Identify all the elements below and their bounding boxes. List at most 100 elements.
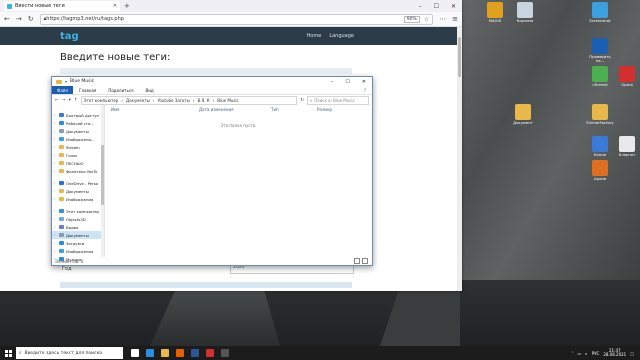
nav-item[interactable]: › Stream bbox=[52, 143, 104, 151]
nav-item[interactable]: › Загрузки bbox=[52, 239, 104, 247]
nav-home-link[interactable]: Home bbox=[307, 33, 322, 39]
reload-icon[interactable]: ↻ bbox=[28, 15, 34, 23]
nav-item[interactable]: › Objects3D bbox=[52, 215, 104, 223]
expand-chevron-icon[interactable]: › bbox=[54, 249, 57, 253]
desktop-shortcut[interactable]: Проверить на... bbox=[585, 38, 615, 63]
nav-item[interactable]: › Изображения bbox=[52, 247, 104, 255]
help-icon[interactable]: ? bbox=[358, 88, 372, 93]
back-icon[interactable]: ← bbox=[4, 15, 10, 23]
zoom-level[interactable]: 90% bbox=[403, 15, 420, 23]
details-view-icon[interactable] bbox=[354, 258, 360, 264]
browser-tab[interactable]: Ввести новые теги ✕ bbox=[4, 1, 120, 11]
expand-chevron-icon[interactable]: › bbox=[54, 137, 57, 141]
nav-item[interactable]: › Документы bbox=[52, 187, 104, 195]
page-scrollbar[interactable] bbox=[457, 27, 462, 291]
column-date[interactable]: Дата изменения bbox=[199, 107, 271, 112]
nav-item[interactable]: › Фонотека YouTu bbox=[52, 167, 104, 175]
explorer-icon[interactable] bbox=[161, 349, 169, 357]
obs-icon[interactable] bbox=[221, 349, 229, 357]
expand-chevron-icon[interactable]: › bbox=[54, 189, 57, 193]
breadcrumb-item[interactable]: В.Я. К bbox=[197, 98, 209, 103]
expand-chevron-icon[interactable]: › bbox=[54, 217, 57, 221]
forward-icon[interactable]: → bbox=[62, 98, 66, 103]
word-icon[interactable] bbox=[191, 349, 199, 357]
desktop-shortcut[interactable]: uTorrent bbox=[585, 66, 615, 87]
notifications-icon[interactable]: ▢ bbox=[630, 351, 634, 356]
desktop-shortcut[interactable]: Архив bbox=[585, 160, 615, 181]
extensions-icon[interactable]: ⋯ bbox=[439, 15, 446, 23]
tray-chevron-icon[interactable]: ˄ bbox=[571, 351, 573, 356]
breadcrumb-item[interactable]: Этот компьютер bbox=[84, 98, 119, 103]
ribbon-tab-share[interactable]: Поделиться bbox=[102, 88, 139, 93]
explorer-search-input[interactable]: ⌕ Поиск в: Blue Music bbox=[307, 95, 369, 105]
nav-item[interactable]: › Быстрый доступ bbox=[52, 111, 104, 119]
clock[interactable]: 21:47 28.08.2021 bbox=[603, 348, 626, 358]
nav-item[interactable]: › Этот компьютер bbox=[52, 207, 104, 215]
scrollbar-thumb[interactable] bbox=[101, 145, 104, 205]
close-tab-icon[interactable]: ✕ bbox=[113, 3, 117, 9]
desktop-shortcut[interactable]: Корзина bbox=[510, 2, 540, 23]
nav-item[interactable]: › Документы bbox=[52, 231, 104, 239]
desktop-shortcut[interactable]: Документ bbox=[508, 104, 538, 125]
nav-item[interactable]: › Видео bbox=[52, 223, 104, 231]
breadcrumb-item[interactable]: Blue Music bbox=[217, 98, 239, 103]
task-view-icon[interactable] bbox=[131, 349, 139, 357]
expand-chevron-icon[interactable]: › bbox=[54, 145, 57, 149]
scrollbar-thumb[interactable] bbox=[458, 37, 461, 77]
expand-chevron-icon[interactable]: › bbox=[54, 209, 57, 213]
expand-chevron-icon[interactable]: › bbox=[54, 225, 57, 229]
site-logo[interactable]: tag bbox=[60, 31, 79, 42]
desktop-shortcut[interactable]: Opera bbox=[612, 66, 640, 87]
desktop-shortcut[interactable]: Копия bbox=[585, 136, 615, 157]
desktop-shortcut[interactable]: MAGIX bbox=[480, 2, 510, 23]
expand-chevron-icon[interactable]: › bbox=[54, 113, 57, 117]
nav-item[interactable]: › ПЕСНЬЮ bbox=[52, 159, 104, 167]
nav-item[interactable]: › OneDrive - Perso bbox=[52, 179, 104, 187]
volume-icon[interactable]: 🔈︎ bbox=[585, 351, 587, 356]
opera-icon[interactable] bbox=[206, 349, 214, 357]
recent-locations-icon[interactable]: ▾ bbox=[69, 98, 71, 103]
desktop-shortcut[interactable]: Блокнот bbox=[612, 136, 640, 157]
nav-item[interactable]: › Изображени... bbox=[52, 135, 104, 143]
nav-language-link[interactable]: Language bbox=[329, 33, 354, 39]
nav-item[interactable]: › Изображения bbox=[52, 195, 104, 203]
breadcrumb-item[interactable]: Документы bbox=[126, 98, 150, 103]
nav-item[interactable]: › Голос bbox=[52, 151, 104, 159]
ribbon-tab-file[interactable]: Файл bbox=[52, 86, 74, 94]
forward-icon[interactable]: → bbox=[16, 15, 22, 23]
minimize-icon[interactable]: – bbox=[331, 79, 334, 85]
tiles-view-icon[interactable] bbox=[362, 258, 368, 264]
column-type[interactable]: Тип bbox=[271, 107, 317, 112]
ribbon-tab-home[interactable]: Главная bbox=[73, 88, 102, 93]
breadcrumb[interactable]: Этот компьютер › Документы › Youtube Заготы ›… bbox=[80, 95, 298, 105]
language-indicator[interactable]: РУС bbox=[592, 351, 600, 356]
expand-chevron-icon[interactable]: › bbox=[54, 181, 57, 185]
expand-chevron-icon[interactable]: › bbox=[54, 129, 57, 133]
start-button[interactable] bbox=[0, 346, 16, 360]
column-size[interactable]: Размер bbox=[317, 107, 357, 112]
maximize-icon[interactable]: ☐ bbox=[345, 79, 349, 85]
expand-chevron-icon[interactable]: › bbox=[54, 233, 57, 237]
column-name[interactable]: Имя bbox=[111, 107, 199, 112]
new-tab-button[interactable]: + bbox=[124, 2, 130, 10]
expand-chevron-icon[interactable]: › bbox=[54, 241, 57, 245]
expand-chevron-icon[interactable]: › bbox=[54, 169, 57, 173]
expand-chevron-icon[interactable]: › bbox=[54, 197, 57, 201]
desktop-shortcut[interactable]: FormatFactory bbox=[585, 104, 615, 125]
expand-chevron-icon[interactable]: › bbox=[54, 121, 57, 125]
menu-icon[interactable]: ≡ bbox=[452, 15, 458, 23]
back-icon[interactable]: ← bbox=[55, 98, 59, 103]
close-icon[interactable]: ✕ bbox=[451, 3, 456, 10]
breadcrumb-item[interactable]: Youtube Заготы bbox=[158, 98, 190, 103]
nav-item[interactable]: › Документы bbox=[52, 127, 104, 135]
expand-chevron-icon[interactable]: › bbox=[54, 153, 57, 157]
close-icon[interactable]: ✕ bbox=[362, 79, 366, 85]
taskbar-search-input[interactable]: ⌕ Введите здесь текст для поиска bbox=[16, 347, 123, 359]
quick-access-toolbar-icon[interactable]: ▾ bbox=[65, 79, 67, 84]
nav-scrollbar[interactable] bbox=[101, 105, 104, 257]
network-icon[interactable]: ▭ bbox=[577, 351, 581, 356]
nav-item[interactable]: › Рабочий сто... bbox=[52, 119, 104, 127]
up-icon[interactable]: ↑ bbox=[74, 98, 78, 103]
minimize-icon[interactable]: – bbox=[419, 3, 422, 10]
address-bar[interactable]: 🔒︎ https://tagmp3.net/ru/tags.php 90% ☆ bbox=[39, 13, 434, 25]
